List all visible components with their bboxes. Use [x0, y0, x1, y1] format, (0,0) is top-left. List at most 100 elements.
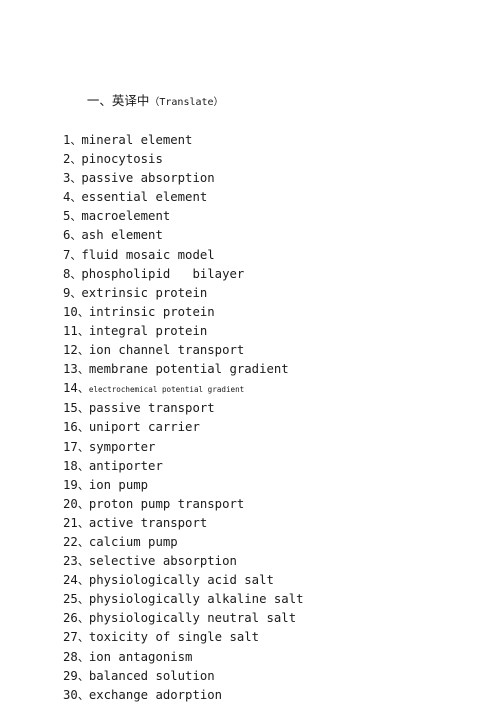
document-page: 一、英译中（Translate） 1、mineral element 2、pino… [0, 0, 502, 702]
term-text: physiologically alkaline salt [88, 592, 304, 607]
term-separator: 、 [77, 344, 89, 358]
term-text: essential element [81, 190, 208, 205]
term-list-item: 19、ion pump [63, 476, 483, 495]
term-separator: 、 [70, 229, 82, 243]
term-separator: 、 [70, 248, 82, 262]
term-text: membrane potential gradient [88, 362, 289, 377]
term-text: ion antagonism [88, 649, 193, 664]
term-list-item: 12、ion channel transport [63, 341, 483, 360]
term-text: physiologically acid salt [88, 573, 274, 588]
term-list-item: 5、macroelement [63, 207, 483, 226]
section-heading-title: 英译中 [111, 93, 150, 108]
term-separator: 、 [77, 669, 89, 683]
term-text: intrinsic protein [88, 304, 215, 319]
term-list-item: 11、integral protein [63, 322, 483, 341]
term-text: selective absorption [88, 554, 237, 569]
term-number: 30 [63, 687, 78, 702]
term-list-item: 25、physiologically alkaline salt [63, 590, 483, 609]
term-separator: 、 [70, 153, 82, 167]
term-text: mineral element [81, 133, 193, 147]
term-text: ion pump [88, 477, 149, 492]
term-number: 27 [63, 630, 78, 645]
term-list-item: 4、essential element [63, 188, 483, 207]
term-separator: 、 [77, 650, 89, 664]
term-number: 14 [63, 381, 78, 396]
term-separator: 、 [77, 516, 89, 530]
term-text: ash element [81, 228, 163, 243]
term-text: calcium pump [88, 534, 178, 549]
term-list-item: 16、uniport carrier [63, 418, 483, 437]
term-separator: 、 [77, 593, 89, 607]
term-list-item: 26、physiologically neutral salt [63, 609, 483, 628]
term-list: 1、mineral element 2、pinocytosis 3、passive … [63, 131, 483, 705]
term-number: 11 [63, 323, 78, 338]
term-text: toxicity of single salt [88, 630, 260, 645]
term-text: extrinsic protein [81, 285, 208, 300]
term-number: 23 [63, 554, 78, 569]
term-separator: 、 [77, 612, 89, 626]
term-separator: 、 [77, 459, 89, 473]
term-text: proton pump transport [88, 496, 245, 511]
term-number: 13 [63, 362, 78, 377]
term-number: 21 [63, 515, 78, 530]
term-number: 29 [63, 668, 78, 683]
term-separator: 、 [77, 555, 89, 569]
term-separator: 、 [77, 440, 89, 454]
term-number: 10 [63, 304, 78, 319]
term-separator: 、 [77, 324, 89, 338]
term-separator: 、 [70, 210, 82, 224]
term-separator: 、 [70, 134, 82, 147]
term-list-item: 21、active transport [63, 514, 483, 533]
term-text: phospholipid bilayer [81, 266, 245, 281]
term-text: uniport carrier [88, 420, 200, 435]
term-list-item: 13、membrane potential gradient [63, 360, 483, 379]
term-separator: 、 [77, 497, 89, 511]
term-separator: 、 [77, 402, 89, 416]
section-heading: 一、英译中（Translate） [63, 72, 483, 131]
term-text: physiologically neutral salt [88, 611, 297, 626]
term-list-item: 30、exchange adorption [63, 686, 483, 705]
term-separator: 、 [77, 382, 89, 396]
term-separator: 、 [70, 286, 82, 300]
term-number: 17 [63, 439, 78, 454]
term-number: 20 [63, 496, 78, 511]
term-list-item: 6、ash element [63, 226, 483, 245]
term-number: 12 [63, 343, 78, 358]
term-list-item: 20、proton pump transport [63, 495, 483, 514]
term-separator: 、 [77, 535, 89, 549]
term-separator: 、 [70, 191, 82, 205]
term-text: active transport [88, 515, 208, 530]
term-list-item: 9、extrinsic protein [63, 284, 483, 303]
term-text: symporter [88, 439, 156, 454]
term-separator: 、 [77, 363, 89, 377]
term-text: macroelement [81, 209, 171, 224]
term-number: 18 [63, 458, 78, 473]
term-text: passive absorption [81, 171, 215, 186]
term-number: 22 [63, 534, 78, 549]
term-list-item: 8、phospholipid bilayer [63, 265, 483, 284]
term-separator: 、 [77, 421, 89, 435]
term-text: ion channel transport [88, 343, 245, 358]
document-content: 一、英译中（Translate） 1、mineral element 2、pino… [63, 72, 483, 705]
term-list-item: 2、pinocytosis [63, 150, 483, 169]
term-list-item: 18、antiporter [63, 457, 483, 476]
term-text: fluid mosaic model [81, 247, 215, 262]
term-separator: 、 [77, 574, 89, 588]
section-heading-latin: （Translate） [149, 97, 224, 108]
term-list-item: 3、passive absorption [63, 169, 483, 188]
term-number: 24 [63, 573, 78, 588]
term-text: integral protein [88, 323, 208, 338]
term-number: 16 [63, 420, 78, 435]
term-list-item: 29、balanced solution [63, 667, 483, 686]
term-list-item: 27、toxicity of single salt [63, 628, 483, 647]
term-list-item: 10、intrinsic protein [63, 303, 483, 322]
term-list-item: 1、mineral element [63, 131, 483, 150]
term-number: 26 [63, 611, 78, 626]
term-separator: 、 [77, 688, 89, 702]
term-list-item: 7、fluid mosaic model [63, 246, 483, 265]
term-text: pinocytosis [81, 152, 163, 167]
term-list-item: 28、ion antagonism [63, 648, 483, 667]
term-list-item: 17、symporter [63, 438, 483, 457]
term-number: 19 [63, 477, 78, 492]
term-number: 15 [63, 401, 78, 416]
